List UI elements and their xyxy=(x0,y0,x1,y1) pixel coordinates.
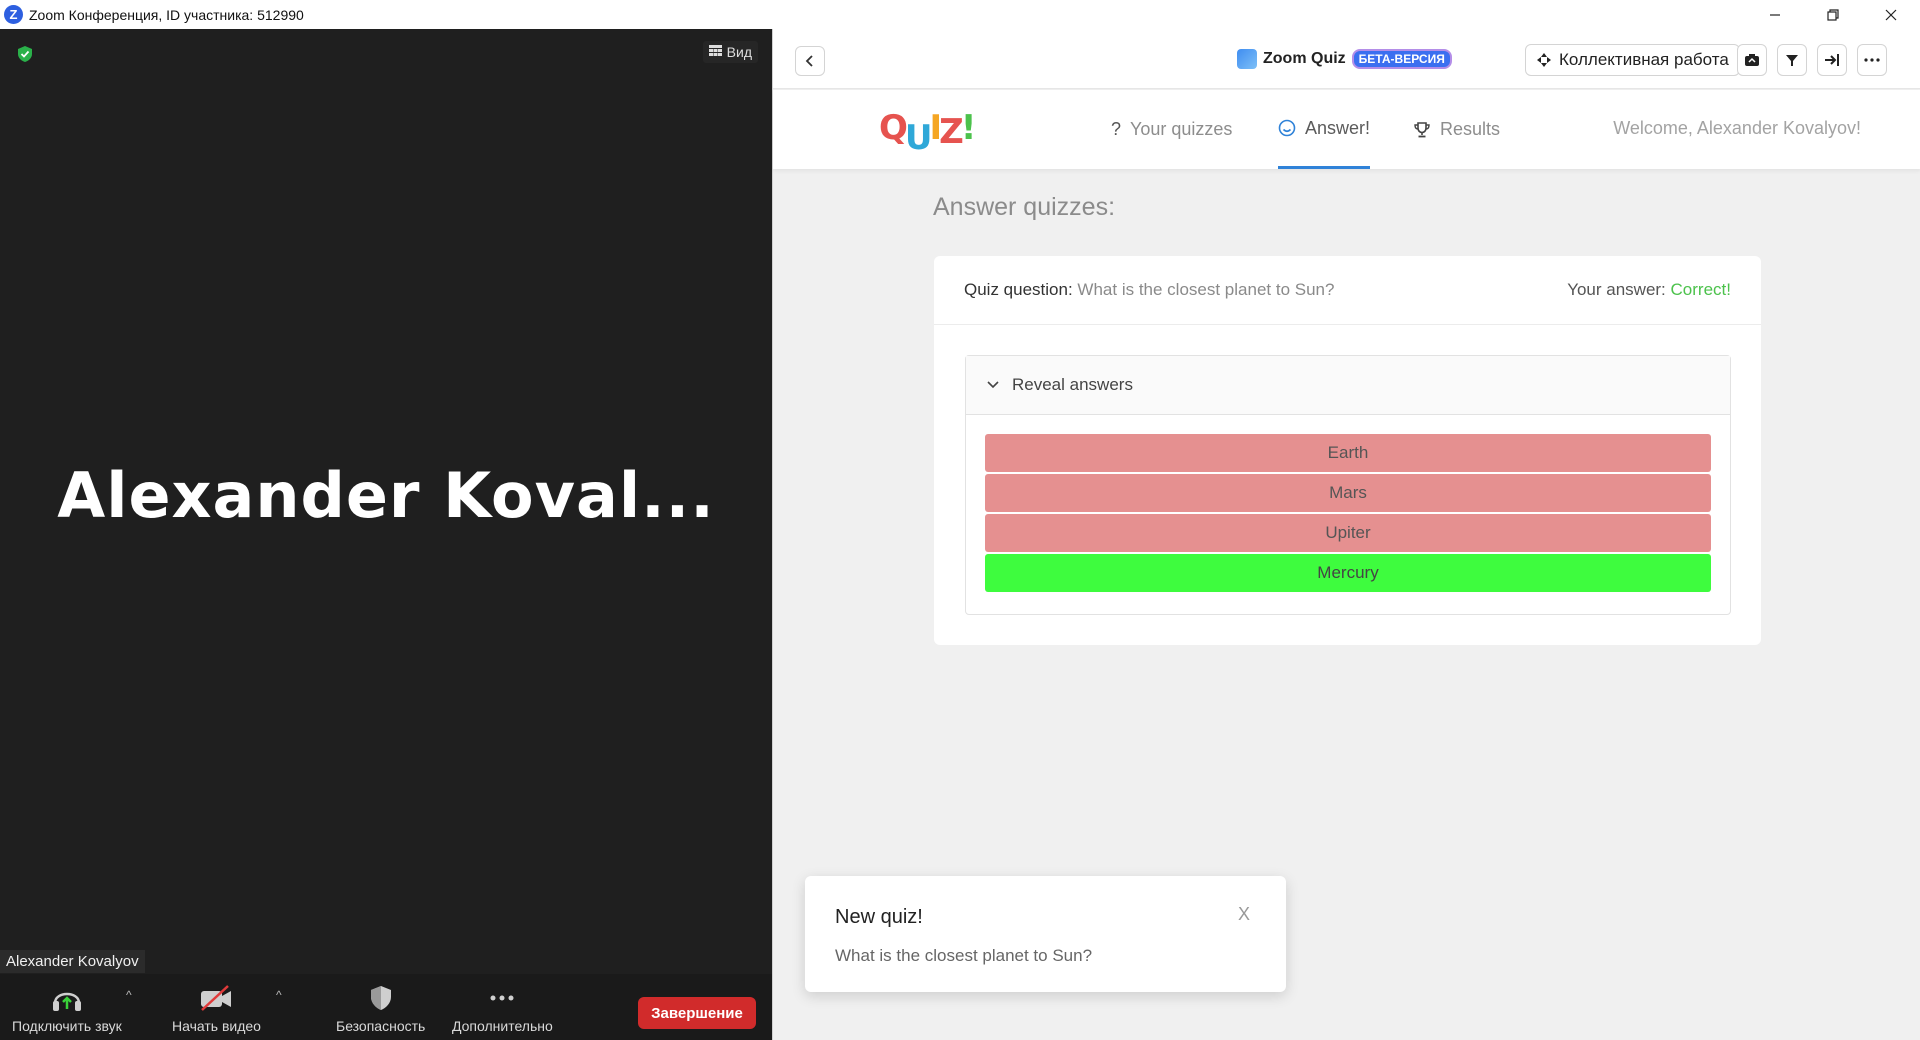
logo-letter: U xyxy=(904,118,933,158)
collaborate-icon xyxy=(1537,53,1551,67)
app-more-button[interactable] xyxy=(1857,44,1887,76)
answer-status: Correct! xyxy=(1670,280,1731,299)
open-external-button[interactable] xyxy=(1817,44,1847,76)
app-icon xyxy=(1237,49,1257,69)
participant-name-label: Alexander Kovalyov xyxy=(0,950,145,973)
quiz-question: Quiz question: What is the closest plane… xyxy=(964,280,1334,300)
screenshot-button[interactable] xyxy=(1737,44,1767,76)
start-video-button[interactable]: Начать видео xyxy=(172,982,261,1034)
question-mark-icon: ? xyxy=(1111,119,1122,139)
collaborate-label: Коллективная работа xyxy=(1559,50,1729,69)
zoom-logo-icon: Z xyxy=(4,5,23,24)
quiz-card-header: Quiz question: What is the closest plane… xyxy=(934,256,1761,325)
window-controls xyxy=(1746,0,1920,29)
logo-letter: Q xyxy=(879,108,908,148)
logo-letter: Z xyxy=(939,112,964,152)
restore-icon[interactable] xyxy=(1804,0,1862,29)
tab-answer[interactable]: Answer! xyxy=(1278,90,1371,169)
beta-badge: БЕТА-ВЕРСИЯ xyxy=(1351,49,1452,69)
app-title: Zoom Quiz БЕТА-ВЕРСИЯ xyxy=(1237,49,1452,69)
reveal-answers-label: Reveal answers xyxy=(1012,375,1133,394)
reveal-answers-panel: Reveal answers Earth Mars Upiter Mercury xyxy=(965,355,1731,615)
more-dots-icon xyxy=(487,982,517,1014)
close-icon[interactable] xyxy=(1862,0,1920,29)
new-quiz-notification: New quiz! What is the closest planet to … xyxy=(805,876,1286,992)
chevron-down-icon xyxy=(987,381,999,389)
notification-close-icon[interactable]: X xyxy=(1238,904,1250,925)
filter-button[interactable] xyxy=(1777,44,1807,76)
participant-name-display: Alexander Koval... xyxy=(57,459,715,532)
tab-your-quizzes[interactable]: ? Your quizzes xyxy=(1111,90,1232,169)
filter-icon xyxy=(1786,55,1798,66)
back-button[interactable] xyxy=(795,46,825,76)
notification-body: What is the closest planet to Sun? xyxy=(835,946,1093,965)
your-answer-label: Your answer: xyxy=(1567,280,1666,299)
minimize-icon[interactable] xyxy=(1746,0,1804,29)
trophy-icon xyxy=(1414,121,1430,137)
your-answer: Your answer: Correct! xyxy=(1567,280,1731,300)
answer-option: Mars xyxy=(985,474,1711,512)
end-meeting-button[interactable]: Завершение xyxy=(638,997,756,1029)
chevron-left-icon xyxy=(805,55,813,67)
view-button[interactable]: Вид xyxy=(702,41,758,63)
answer-option: Upiter xyxy=(985,514,1711,552)
answer-option: Earth xyxy=(985,434,1711,472)
reveal-answers-toggle[interactable]: Reveal answers xyxy=(966,356,1730,415)
welcome-text: Welcome, Alexander Kovalyov! xyxy=(1613,118,1861,138)
quiz-question-text: What is the closest planet to Sun? xyxy=(1077,280,1335,299)
quiz-logo[interactable]: Q U I Z ! xyxy=(879,108,976,158)
headphones-icon xyxy=(50,982,84,1014)
audio-options-caret-icon[interactable]: ^ xyxy=(126,988,132,1002)
logo-letter: ! xyxy=(960,108,976,148)
notification-title: New quiz! xyxy=(835,906,923,928)
app-title-text: Zoom Quiz xyxy=(1263,50,1346,67)
tab-results-label: Results xyxy=(1440,119,1501,139)
tab-answer-label: Answer! xyxy=(1305,117,1371,138)
quiz-question-label: Quiz question: xyxy=(964,280,1073,299)
collaborate-button[interactable]: Коллективная работа xyxy=(1525,44,1740,76)
answer-list: Earth Mars Upiter Mercury xyxy=(966,415,1730,592)
window-title: Zoom Конференция, ID участника: 512990 xyxy=(29,6,304,23)
view-label: Вид xyxy=(726,44,752,60)
start-video-label: Начать видео xyxy=(172,1018,261,1034)
quiz-card: Quiz question: What is the closest plane… xyxy=(934,256,1761,645)
page-title: Answer quizzes: xyxy=(933,193,1116,221)
quiz-navbar: Q U I Z ! ? Your quizzes Answer! Results… xyxy=(773,90,1920,169)
logo-letter: I xyxy=(929,108,943,148)
more-horizontal-icon xyxy=(1864,58,1880,62)
join-audio-button[interactable]: Подключить звук xyxy=(12,982,122,1034)
tab-your-quizzes-label: Your quizzes xyxy=(1130,119,1233,139)
video-off-icon xyxy=(198,982,234,1014)
security-button[interactable]: Безопасность xyxy=(336,982,425,1034)
answer-option-correct: Mercury xyxy=(985,554,1711,592)
security-label: Безопасность xyxy=(336,1018,426,1034)
encryption-shield-icon[interactable] xyxy=(16,45,34,68)
smile-icon xyxy=(1278,119,1296,137)
more-label: Дополнительно xyxy=(452,1018,553,1034)
video-options-caret-icon[interactable]: ^ xyxy=(276,988,282,1002)
window-titlebar: Z Zoom Конференция, ID участника: 512990 xyxy=(0,0,1920,29)
meeting-video-area: Вид Alexander Koval... Alexander Kovalyo… xyxy=(0,29,772,1040)
tab-results[interactable]: Results xyxy=(1413,90,1500,169)
security-shield-icon xyxy=(367,982,395,1014)
app-header: Zoom Quiz БЕТА-ВЕРСИЯ Коллективная работ… xyxy=(773,29,1920,89)
zoom-app-panel: Zoom Quiz БЕТА-ВЕРСИЯ Коллективная работ… xyxy=(772,29,1920,1040)
grid-icon xyxy=(708,44,722,60)
join-audio-label: Подключить звук xyxy=(12,1018,122,1034)
camera-icon xyxy=(1745,54,1759,66)
meeting-toolbar: Подключить звук ^ Начать видео ^ Безопас… xyxy=(0,974,772,1040)
more-button[interactable]: Дополнительно xyxy=(452,982,553,1034)
arrow-right-to-bar-icon xyxy=(1825,54,1839,66)
